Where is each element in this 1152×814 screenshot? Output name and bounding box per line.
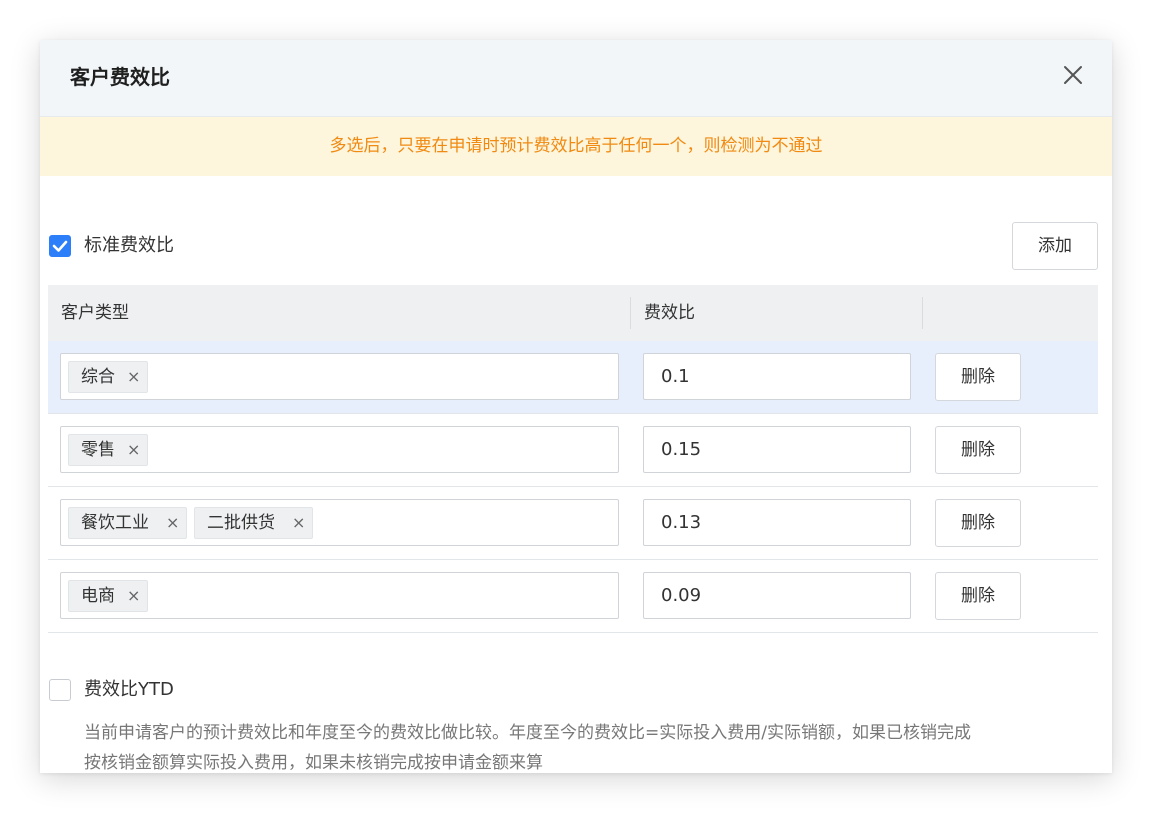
table-row: 餐饮工业 × 二批供货 × 0.13 删除 [48,487,1098,560]
ytd-ratio-checkbox[interactable] [49,679,71,701]
customer-type-tag: 电商 × [68,580,148,612]
ratio-input[interactable]: 0.09 [643,572,911,619]
delete-button[interactable]: 删除 [935,353,1021,401]
ytd-description: 当前申请客户的预计费效比和年度至今的费效比做比较。年度至今的费效比=实际投入费用… [84,718,1104,773]
tag-label: 零售 [81,440,115,460]
ytd-description-line: 按核销金额算实际投入费用，如果未核销完成按申请金额来算 [84,753,543,773]
checkmark-icon [52,240,68,252]
tag-remove-icon[interactable]: × [127,581,140,611]
standard-ratio-label: 标准费效比 [84,235,174,256]
column-divider [630,297,631,329]
close-button[interactable] [1060,62,1086,88]
dialog-title: 客户费效比 [70,65,170,89]
tag-label: 餐饮工业 [81,513,149,533]
add-button[interactable]: 添加 [1012,222,1098,270]
customer-type-tag: 餐饮工业 × [68,507,187,539]
delete-button[interactable]: 删除 [935,426,1021,474]
delete-button[interactable]: 删除 [935,499,1021,547]
customer-type-tag: 综合 × [68,361,148,393]
customer-type-tag: 二批供货 × [194,507,313,539]
tag-label: 电商 [81,586,115,606]
column-header-customer-type: 客户类型 [61,303,129,323]
ytd-description-line: 当前申请客户的预计费效比和年度至今的费效比做比较。年度至今的费效比=实际投入费用… [84,723,971,743]
tag-remove-icon[interactable]: × [127,362,140,392]
tag-remove-icon[interactable]: × [292,508,305,538]
customer-type-select[interactable]: 零售 × [60,426,619,473]
customer-type-tag: 零售 × [68,434,148,466]
ratio-input[interactable]: 0.1 [643,353,911,400]
table-row: 零售 × 0.15 删除 [48,414,1098,487]
column-header-ratio: 费效比 [644,303,695,323]
table-row: 电商 × 0.09 删除 [48,560,1098,633]
table-header: 客户类型 费效比 [48,285,1098,341]
table-row: 综合 × 0.1 删除 [48,341,1098,414]
tag-remove-icon[interactable]: × [166,508,179,538]
standard-ratio-checkbox[interactable] [49,235,71,257]
tag-remove-icon[interactable]: × [127,435,140,465]
customer-type-select[interactable]: 电商 × [60,572,619,619]
column-divider [922,297,923,329]
customer-cost-ratio-dialog: 客户费效比 多选后，只要在申请时预计费效比高于任何一个，则检测为不通过 标准费效… [40,40,1112,773]
delete-button[interactable]: 删除 [935,572,1021,620]
customer-type-select[interactable]: 餐饮工业 × 二批供货 × [60,499,619,546]
ratio-input[interactable]: 0.15 [643,426,911,473]
close-icon [1064,66,1082,84]
dialog-header: 客户费效比 [40,40,1112,117]
ratio-input[interactable]: 0.13 [643,499,911,546]
customer-type-select[interactable]: 综合 × [60,353,619,400]
warning-notice: 多选后，只要在申请时预计费效比高于任何一个，则检测为不通过 [40,117,1112,176]
tag-label: 二批供货 [207,513,275,533]
ytd-ratio-label: 费效比YTD [84,679,174,700]
tag-label: 综合 [81,367,115,387]
